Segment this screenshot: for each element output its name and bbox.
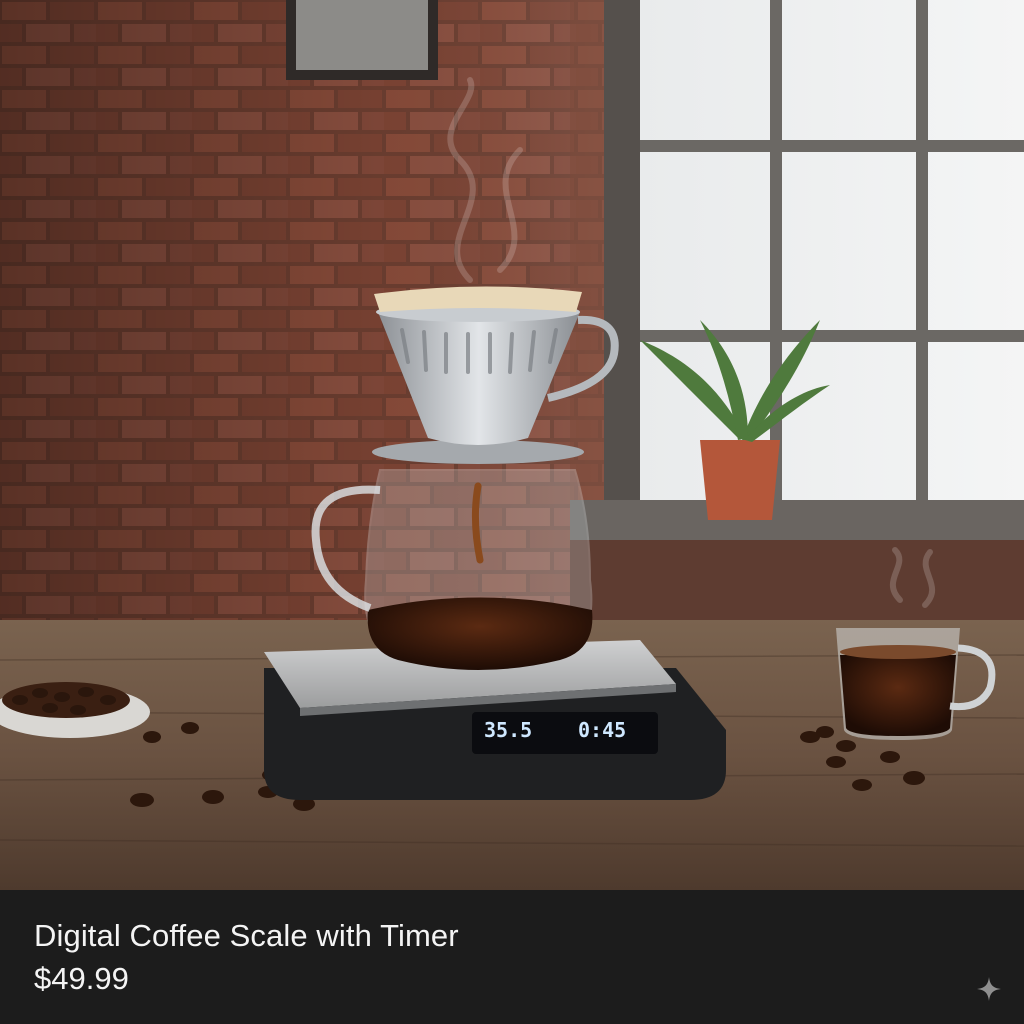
product-card[interactable]: 35.5 0:45 Digital Coffee Scale with Time… bbox=[0, 0, 1024, 1024]
product-title[interactable]: Digital Coffee Scale with Timer bbox=[34, 917, 459, 955]
scale-weight-readout: 35.5 bbox=[484, 718, 533, 742]
sparkle-icon[interactable] bbox=[976, 976, 1002, 1002]
scene-illustration bbox=[0, 0, 1024, 890]
product-price: $49.99 bbox=[34, 961, 129, 996]
product-caption bbox=[0, 890, 1024, 1024]
product-photo[interactable]: 35.5 0:45 bbox=[0, 0, 1024, 890]
scale-timer-readout: 0:45 bbox=[578, 718, 627, 742]
scale-display: 35.5 0:45 bbox=[474, 714, 656, 752]
